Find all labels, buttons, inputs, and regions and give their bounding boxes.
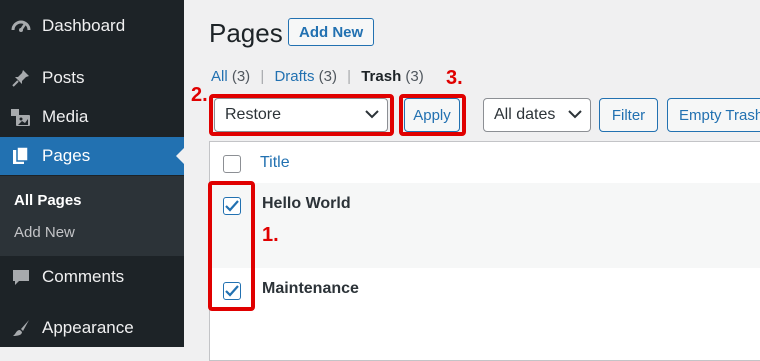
view-drafts-count: (3) xyxy=(318,68,337,85)
column-title-header[interactable]: Title xyxy=(260,154,290,172)
admin-sidebar: Dashboard Posts Media Pages All Pages Ad… xyxy=(0,0,184,347)
sidebar-item-label: Media xyxy=(42,107,89,126)
pages-table: Title Hello World Maintenance xyxy=(209,141,760,361)
view-trash-current[interactable]: Trash xyxy=(361,68,401,85)
view-all-count: (3) xyxy=(231,68,251,85)
comments-icon xyxy=(10,266,32,288)
view-all-label: All xyxy=(211,68,228,85)
sidebar-item-pages[interactable]: Pages xyxy=(0,137,184,175)
sidebar-item-label: Pages xyxy=(42,146,91,165)
empty-trash-button[interactable]: Empty Trash xyxy=(667,98,760,132)
view-separator: | xyxy=(347,68,352,85)
sidebar-item-label: Appearance xyxy=(42,318,134,337)
pages-icon xyxy=(10,145,32,167)
table-row: Hello World xyxy=(210,183,760,268)
chevron-down-icon xyxy=(568,106,582,124)
sidebar-item-media[interactable]: Media xyxy=(0,98,184,136)
view-drafts-label: Drafts xyxy=(274,68,315,85)
view-drafts-link[interactable]: Drafts xyxy=(274,68,314,85)
annotation-box-bulk-select xyxy=(209,94,394,136)
pin-icon xyxy=(10,67,32,89)
annotation-step-1: 1. xyxy=(262,224,279,246)
sidebar-item-comments[interactable]: Comments xyxy=(0,258,184,296)
table-header: Title xyxy=(210,142,760,184)
date-filter-value: All dates xyxy=(494,106,556,123)
table-row: Maintenance xyxy=(210,268,760,353)
annotation-step-2: 2. xyxy=(191,84,208,106)
filter-button[interactable]: Filter xyxy=(599,98,658,132)
submenu-item-all-pages[interactable]: All Pages xyxy=(14,192,82,209)
sidebar-item-label: Comments xyxy=(42,267,125,286)
sidebar-item-appearance[interactable]: Appearance xyxy=(0,309,184,347)
pages-submenu: All Pages Add New xyxy=(0,176,184,256)
sidebar-item-dashboard[interactable]: Dashboard xyxy=(0,7,184,45)
row-title[interactable]: Hello World xyxy=(262,195,351,213)
annotation-step-3: 3. xyxy=(446,67,463,89)
dashboard-icon xyxy=(10,15,32,37)
date-filter-select[interactable]: All dates xyxy=(483,98,591,132)
sidebar-item-label: Posts xyxy=(42,68,85,87)
status-views: All (3) | Drafts (3) | Trash (3) xyxy=(211,68,424,85)
page-title: Pages xyxy=(209,18,283,48)
brush-icon xyxy=(10,317,32,339)
add-new-button[interactable]: Add New xyxy=(288,18,375,46)
media-icon xyxy=(10,106,32,128)
view-trash-count: (3) xyxy=(405,68,424,85)
sidebar-item-label: Dashboard xyxy=(42,16,126,35)
annotation-box-checkboxes xyxy=(208,181,255,311)
submenu-item-add-new[interactable]: Add New xyxy=(14,224,75,241)
select-all-checkbox[interactable] xyxy=(223,155,241,173)
annotation-box-apply xyxy=(399,94,466,136)
view-all-link[interactable]: All xyxy=(211,68,228,85)
sidebar-item-posts[interactable]: Posts xyxy=(0,59,184,97)
row-title[interactable]: Maintenance xyxy=(262,280,359,298)
view-separator: | xyxy=(260,68,265,85)
